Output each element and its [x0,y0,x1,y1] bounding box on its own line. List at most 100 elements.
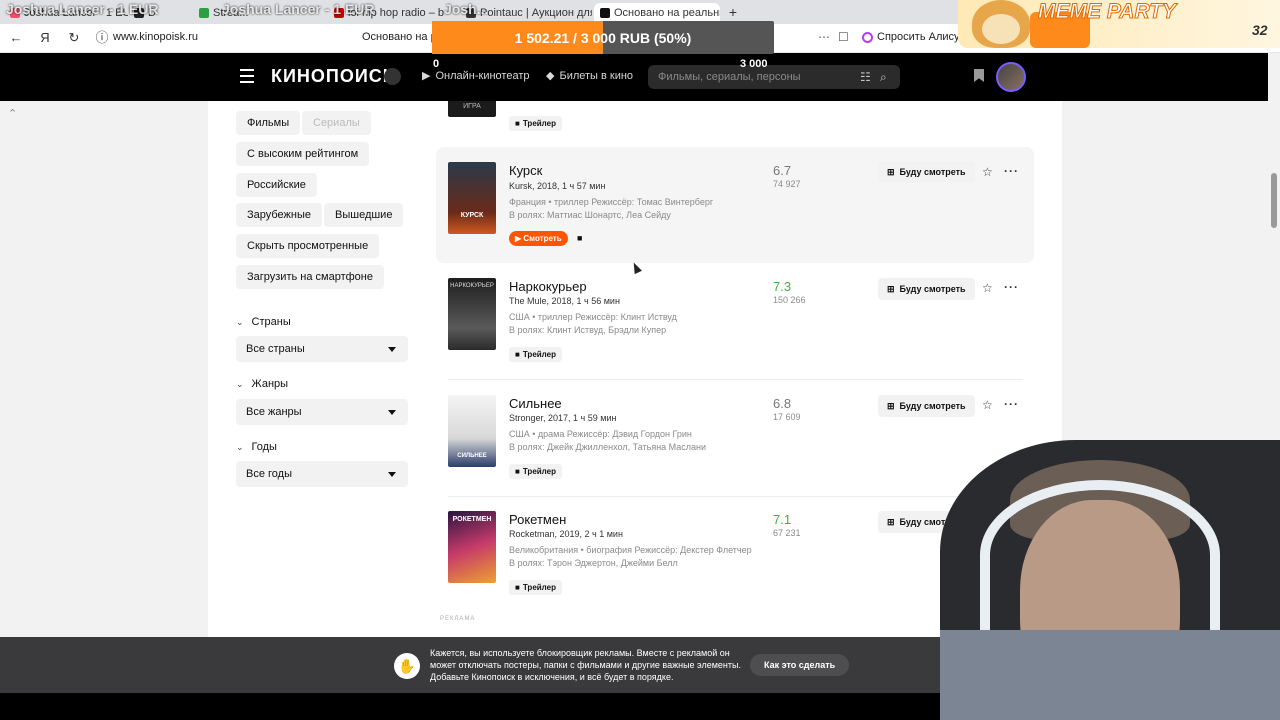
tickets-link[interactable]: ◆ Билеты в кино [546,69,634,83]
search-placeholder: Фильмы, сериалы, персоны [658,71,801,83]
film-poster[interactable]: НАРКОКУРЬЕР [448,278,496,350]
online-cinema-link[interactable]: ▶ Онлайн-кинотеатр [422,69,530,83]
film-votes: 74 927 [773,179,801,189]
film-votes: 17 609 [773,412,801,422]
facet-label: Жанры [251,378,289,390]
more-icon[interactable]: ⋯ [818,30,830,44]
film-meta: США • драма Режиссёр: Дэвид Гордон Грин [509,429,692,439]
genres-select[interactable]: Все жанры [236,399,408,425]
browser-tab-active[interactable]: Основано на реальны ✕ [594,3,720,22]
select-value: Все годы [246,468,292,480]
facet-countries-header[interactable]: ⌄ Страны [236,316,291,328]
film-rating: 6.7 [773,163,792,178]
chevron-up-icon[interactable]: ⌃ [8,107,17,120]
search-icon[interactable]: ⌕ [880,70,887,85]
divider [448,496,1023,497]
back-arrow-icon[interactable]: ← [8,30,24,46]
tab-favicon-icon [199,7,209,18]
filter-icon[interactable]: ☷ [860,70,871,84]
camera-icon[interactable]: ■ [577,233,582,243]
watch-button[interactable]: ▶ Смотреть [509,231,568,246]
film-rating: 7.3 [773,279,792,294]
tab-label: Основано на реальны [614,6,720,19]
film-poster[interactable]: ИГРА [448,101,496,117]
film-poster[interactable]: РОКЕТМЕН [448,511,496,583]
film-rating: 7.1 [773,512,792,527]
chevron-down-icon: ⌄ [236,316,244,327]
film-card[interactable]: СИЛЬНЕЕ Сильнее Stronger, 2017, 1 ч 59 м… [436,395,1036,511]
trailer-button[interactable]: ■ Трейлер [509,464,562,479]
film-title[interactable]: Рокетмен [509,512,566,527]
star-icon[interactable]: ☆ [982,165,993,179]
donation-max: 3 000 [740,58,768,70]
film-title[interactable]: Наркокурьер [509,279,587,294]
adblock-text: Кажется, вы используете блокировщик рекл… [430,648,741,682]
film-rating: 6.8 [773,396,792,411]
film-cast: В ролях: Тэрон Эджертон, Джейми Белл [509,558,678,568]
more-icon[interactable]: ··· [1004,164,1019,178]
trailer-button[interactable]: ■ Трейлер [509,116,562,131]
adblock-how-button[interactable]: Как это сделать [750,654,850,676]
film-subtitle: Kursk, 2018, 1 ч 57 мин [509,181,606,191]
kinopoisk-logo[interactable]: КИНОПОИСК [271,66,395,87]
film-title[interactable]: Сильнее [509,396,562,411]
will-watch-button[interactable]: ⊞ Буду смотреть [878,395,975,417]
more-icon[interactable]: ··· [1004,397,1019,411]
facet-years-header[interactable]: ⌄ Годы [236,441,277,453]
chip-russian[interactable]: Российские [236,173,317,197]
chip-hide-watched[interactable]: Скрыть просмотренные [236,234,380,258]
scrollbar-thumb[interactable] [1271,173,1277,228]
tickets-label: Билеты в кино [559,69,634,82]
facet-genres-header[interactable]: ⌄ Жанры [236,378,288,390]
facet-label: Страны [251,316,291,328]
new-tab-button[interactable]: + [724,3,742,21]
globe-icon [384,68,401,85]
overlay-nick: Joshua Lancer - 1 EUR [222,1,375,17]
alice-button[interactable]: Спросить Алису [862,31,960,43]
overlay-nick: Josh... [444,1,489,17]
film-card[interactable]: КУРСК Курск Kursk, 2018, 1 ч 57 мин Фран… [436,147,1034,263]
avatar[interactable] [996,62,1026,92]
more-icon[interactable]: ··· [1004,280,1019,294]
webcam-overlay [940,440,1280,720]
headset-icon [980,480,1220,630]
bookmark-icon[interactable]: ☐ [838,30,849,44]
dropdown-triangle-icon [388,347,396,352]
years-select[interactable]: Все годы [236,461,408,487]
star-icon[interactable]: ☆ [982,281,993,295]
film-card[interactable]: НАРКОКУРЬЕР Наркокурьер The Mule, 2018, … [436,278,1036,394]
film-title[interactable]: Курск [509,163,542,178]
yandex-icon[interactable]: Я [37,30,53,46]
chip-series[interactable]: Сериалы [302,111,371,135]
dropdown-triangle-icon [388,410,396,415]
bookmark-icon[interactable] [974,69,984,82]
alice-icon [862,31,873,43]
trailer-button[interactable]: ■ Трейлер [509,347,562,362]
will-watch-button[interactable]: ⊞ Буду смотреть [878,161,975,183]
menu-icon[interactable] [240,69,254,83]
site-info-icon[interactable]: ⓘ [94,30,110,46]
chip-foreign[interactable]: Зарубежные [236,203,323,227]
chip-high-rating[interactable]: С высоким рейтингом [236,142,370,166]
star-icon[interactable]: ☆ [982,398,993,412]
webcam-shirt [940,630,1280,720]
dropdown-triangle-icon [388,472,396,477]
film-subtitle: Rocketman, 2019, 2 ч 1 мин [509,529,623,539]
search-input[interactable]: Фильмы, сериалы, персоны ☷ ⌕ [648,65,900,89]
url-field[interactable]: www.kinopoisk.ru [113,31,198,43]
facet-label: Годы [251,441,277,453]
film-poster[interactable]: КУРСК [448,162,496,234]
chip-download[interactable]: Загрузить на смартфоне [236,265,384,289]
chip-films[interactable]: Фильмы [236,111,301,135]
film-cast: В ролях: Джейк Джилленхол, Татьяна Масла… [509,442,707,452]
meme-count: 32 [1252,22,1268,38]
chip-released[interactable]: Вышедшие [324,203,404,227]
countries-select[interactable]: Все страны [236,336,408,362]
reload-icon[interactable]: ↻ [66,30,82,46]
will-watch-button[interactable]: ⊞ Буду смотреть [878,278,975,300]
film-votes: 67 231 [773,528,801,538]
donation-text: 1 502.21 / 3 000 RUB (50%) [514,30,692,46]
film-meta: Франция • триллер Режиссёр: Томас Винтер… [509,197,714,207]
trailer-button[interactable]: ■ Трейлер [509,580,562,595]
film-poster[interactable]: СИЛЬНЕЕ [448,395,496,467]
